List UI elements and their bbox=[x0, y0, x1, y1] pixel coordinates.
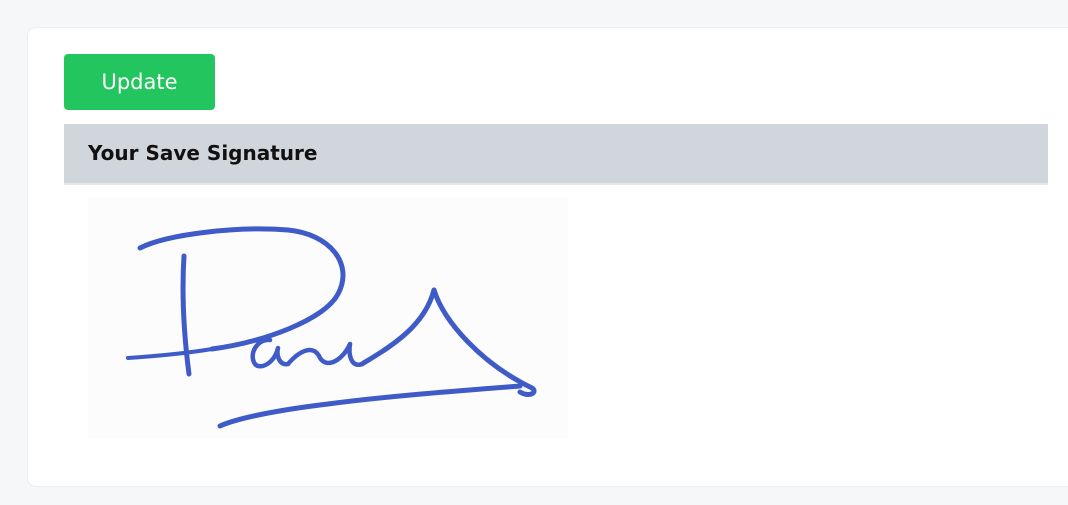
saved-signature-image bbox=[88, 198, 568, 439]
update-button[interactable]: Update bbox=[64, 54, 215, 110]
signature-drawing bbox=[126, 226, 537, 429]
signature-card: Update Your Save Signature bbox=[28, 28, 1068, 486]
section-header: Your Save Signature bbox=[64, 124, 1048, 185]
section-title: Your Save Signature bbox=[88, 141, 318, 165]
